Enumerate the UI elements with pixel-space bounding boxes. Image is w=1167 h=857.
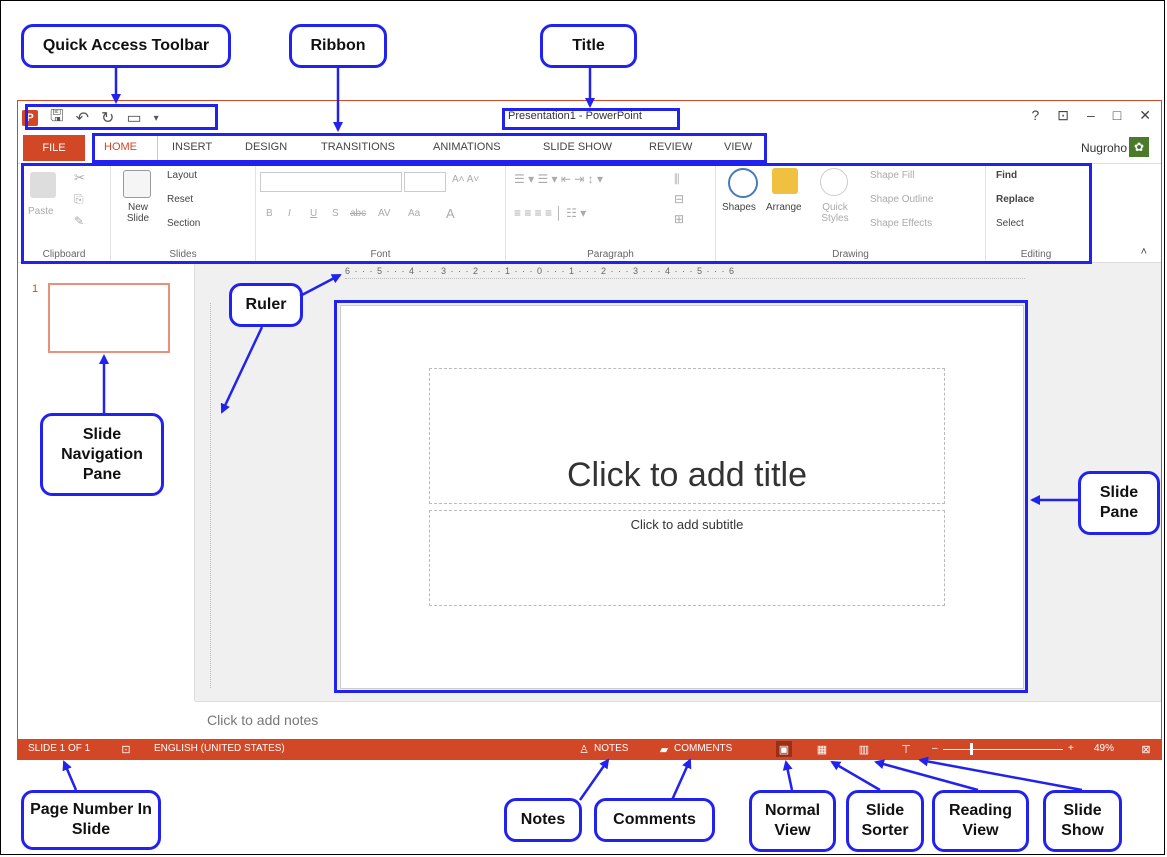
close-icon[interactable]: ✕: [1139, 107, 1151, 124]
help-icon[interactable]: ?: [1031, 107, 1039, 124]
slide-sorter-icon[interactable]: ▦: [814, 741, 830, 757]
slide-thumbnail[interactable]: [48, 283, 170, 353]
notes-pane[interactable]: Click to add notes: [195, 701, 1161, 739]
minimize-icon[interactable]: –: [1087, 107, 1095, 124]
zoom-in-icon[interactable]: +: [1068, 743, 1074, 754]
callout-comments: Comments: [594, 798, 715, 842]
slide-counter: SLIDE 1 OF 1: [28, 743, 91, 754]
horizontal-ruler: 6 · · · 5 · · · 4 · · · 3 · · · 2 · · · …: [345, 266, 1025, 279]
callout-ribbon: Ribbon: [289, 24, 387, 68]
notes-icon[interactable]: ♙: [576, 741, 592, 757]
zoom-level[interactable]: 49%: [1094, 743, 1114, 754]
fit-to-window-icon[interactable]: ⊠: [1138, 741, 1154, 757]
zoom-slider-thumb[interactable]: [970, 743, 973, 755]
avatar[interactable]: ✿: [1129, 137, 1149, 157]
ribbon-highlight: [21, 163, 1092, 264]
tab-file[interactable]: FILE: [23, 135, 85, 161]
zoom-slider-track[interactable]: [943, 749, 1063, 750]
callout-slide-pane: Slide Pane: [1078, 471, 1160, 535]
spelling-icon[interactable]: ⊡: [118, 741, 134, 757]
callout-reading-view: Reading View: [932, 790, 1029, 852]
window-controls: ? ⊡ – □ ✕: [1031, 107, 1151, 124]
ribbon-display-icon[interactable]: ⊡: [1057, 107, 1069, 124]
reading-view-icon[interactable]: ▥: [856, 741, 872, 757]
slide-show-icon[interactable]: ⊤: [898, 741, 914, 757]
slide-thumbnail-number: 1: [32, 283, 39, 295]
tabs-highlight: [92, 133, 767, 163]
language-indicator[interactable]: ENGLISH (UNITED STATES): [154, 743, 285, 754]
user-name[interactable]: Nugroho: [1081, 141, 1127, 155]
callout-normal-view: Normal View: [749, 790, 836, 852]
comments-icon[interactable]: ▰: [656, 741, 672, 757]
quick-access-highlight: [25, 104, 218, 130]
callout-title: Title: [540, 24, 637, 68]
callout-page-number: Page Number In Slide: [21, 790, 161, 850]
callout-notes: Notes: [504, 798, 582, 842]
notes-button[interactable]: NOTES: [594, 743, 628, 754]
title-highlight: [502, 108, 680, 130]
slide-pane-highlight: [334, 300, 1028, 693]
status-bar: SLIDE 1 OF 1 ⊡ ENGLISH (UNITED STATES) ♙…: [18, 739, 1161, 759]
callout-slide-navigation-pane: Slide Navigation Pane: [40, 413, 164, 496]
callout-slide-show: Slide Show: [1043, 790, 1122, 852]
callout-ruler: Ruler: [229, 283, 303, 327]
vertical-ruler: [200, 303, 211, 688]
collapse-ribbon-icon[interactable]: ˄: [1141, 246, 1147, 258]
callout-quick-access-toolbar: Quick Access Toolbar: [21, 24, 231, 68]
zoom-out-icon[interactable]: –: [932, 743, 938, 754]
maximize-icon[interactable]: □: [1113, 107, 1121, 124]
normal-view-icon[interactable]: ▣: [776, 741, 792, 757]
callout-slide-sorter: Slide Sorter: [846, 790, 924, 852]
comments-button[interactable]: COMMENTS: [674, 743, 732, 754]
